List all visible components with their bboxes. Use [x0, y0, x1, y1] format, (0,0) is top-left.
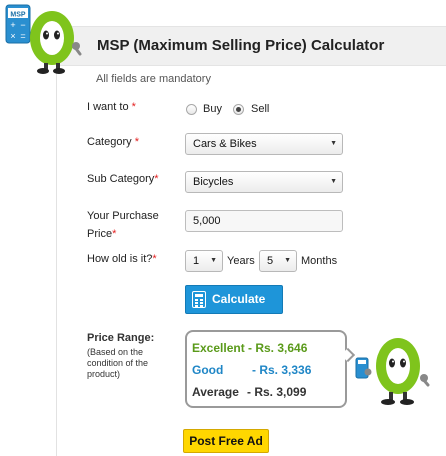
price-condition: Average — [192, 385, 239, 399]
price-range-box: Excellent - Rs. 3,646 Good - Rs. 3,336 A… — [185, 330, 347, 408]
buy-radio[interactable] — [186, 104, 197, 115]
months-select[interactable]: 5 ▼ — [259, 250, 297, 272]
price-row-good: Good - Rs. 3,336 — [192, 363, 311, 377]
left-divider — [56, 62, 57, 456]
chevron-down-icon: ▼ — [210, 257, 217, 264]
svg-text:+: + — [10, 20, 15, 30]
calculate-button-label: Calculate — [212, 292, 266, 306]
category-select[interactable]: Cars & Bikes ▼ — [185, 133, 343, 155]
buy-radio-label[interactable]: Buy — [203, 103, 222, 115]
mascot-logo-icon: MSP + − × = — [5, 4, 82, 74]
age-label: How old is it?* — [87, 251, 157, 268]
msp-badge-text: MSP — [10, 12, 26, 19]
category-label: Category * — [87, 134, 139, 151]
price-value: - Rs. 3,336 — [252, 363, 312, 377]
price-row-average: Average - Rs. 3,099 — [192, 385, 306, 399]
purchase-price-label-line2: Price — [87, 228, 113, 240]
price-value: - Rs. 3,099 — [247, 385, 307, 399]
months-select-value: 5 — [267, 255, 274, 267]
required-mark: * — [131, 101, 136, 113]
price-condition: Good — [192, 363, 224, 377]
category-select-value: Cars & Bikes — [193, 138, 257, 150]
purchase-price-label-line1: Your Purchase — [87, 210, 159, 222]
msp-calculator-icon: MSP + − × = — [5, 4, 31, 44]
calculator-icon — [192, 291, 206, 308]
required-mark: * — [134, 136, 139, 148]
msp-calculator-page: MSP + − × = MSP (Maximum Selling Price) … — [0, 0, 446, 456]
chevron-down-icon: ▼ — [330, 140, 337, 147]
calculate-button[interactable]: Calculate — [185, 285, 283, 314]
price-row-excellent: Excellent - Rs. 3,646 — [192, 341, 307, 355]
sub-category-select[interactable]: Bicycles ▼ — [185, 171, 343, 193]
years-select[interactable]: 1 ▼ — [185, 250, 223, 272]
purchase-price-input[interactable]: 5,000 — [185, 210, 343, 232]
sub-category-select-value: Bicycles — [193, 176, 234, 188]
chevron-down-icon: ▼ — [330, 178, 337, 185]
years-select-value: 1 — [193, 255, 200, 267]
purchase-price-label: Your Purchase Price* — [87, 208, 159, 243]
required-mark: * — [152, 253, 157, 265]
post-free-ad-button[interactable]: Post Free Ad — [183, 429, 269, 453]
price-range-label: Price Range: — [87, 332, 155, 344]
required-mark: * — [154, 173, 159, 185]
svg-text:−: − — [20, 20, 25, 30]
price-value: - Rs. 3,646 — [248, 341, 308, 355]
mascot-calculator-icon — [355, 338, 430, 405]
age-label-text: How old is it? — [87, 253, 153, 265]
page-title: MSP (Maximum Selling Price) Calculator — [97, 37, 385, 54]
chevron-down-icon: ▼ — [284, 257, 291, 264]
price-condition: Excellent — [192, 341, 245, 355]
intent-label-text: I want to — [87, 101, 129, 113]
sell-radio[interactable] — [233, 104, 244, 115]
sell-radio-label[interactable]: Sell — [251, 103, 269, 115]
months-unit: Months — [301, 255, 338, 267]
sub-category-label: Sub Category* — [87, 171, 159, 188]
required-mark: * — [112, 228, 117, 240]
years-unit: Years — [227, 255, 255, 267]
svg-text:=: = — [20, 31, 25, 41]
category-label-text: Category — [87, 136, 132, 148]
mandatory-note: All fields are mandatory — [96, 73, 211, 85]
sub-category-label-text: Sub Category — [87, 173, 155, 185]
svg-text:×: × — [10, 31, 15, 41]
price-range-note: (Based on the condition of the product) — [87, 347, 149, 379]
intent-label: I want to * — [87, 99, 136, 116]
